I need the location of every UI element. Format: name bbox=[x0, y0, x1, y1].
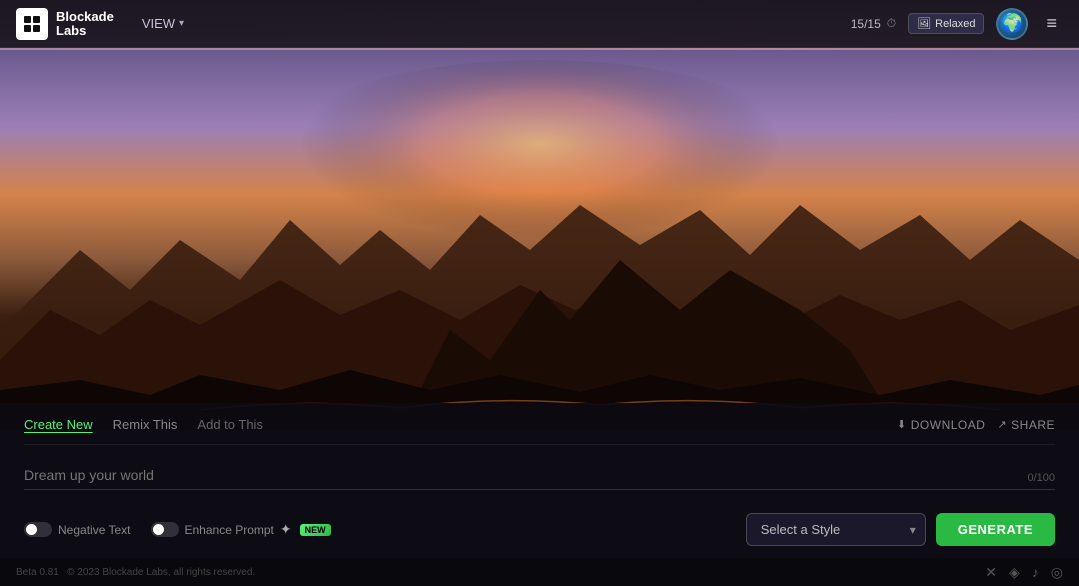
footer: Beta 0.81 © 2023 Blockade Labs, all righ… bbox=[0, 558, 1079, 586]
negative-text-toggle[interactable] bbox=[24, 522, 52, 537]
generate-button[interactable]: GENERATE bbox=[936, 513, 1055, 546]
hamburger-menu-button[interactable]: ≡ bbox=[1040, 8, 1063, 39]
options-row: Negative Text Enhance Prompt ✦ NEW Selec… bbox=[24, 513, 1055, 546]
tab-add-to-this[interactable]: Add to This bbox=[197, 413, 263, 436]
bottom-panel: Create New Remix This Add to This ⬇ DOWN… bbox=[0, 403, 1079, 558]
prompt-input-wrapper: 0/100 bbox=[24, 461, 1055, 490]
tab-create-new[interactable]: Create New bbox=[24, 413, 93, 436]
discord-icon[interactable]: ◈ bbox=[1009, 564, 1020, 581]
negative-text-label: Negative Text bbox=[58, 523, 131, 537]
sparkle-icon: ✦ bbox=[280, 521, 292, 538]
tab-remix-this[interactable]: Remix This bbox=[113, 413, 178, 436]
footer-right: ✕ ◈ ♪ ◎ bbox=[985, 564, 1063, 581]
share-icon: ↗ bbox=[997, 418, 1007, 431]
share-button[interactable]: ↗ SHARE bbox=[997, 418, 1055, 432]
style-select-wrapper: Select a Style Fantasy Sci-Fi Anime Phot… bbox=[746, 513, 926, 546]
download-icon: ⬇ bbox=[897, 418, 907, 431]
topbar-right: 15/15 ⏱ 🖼 Relaxed 🌍 ≡ bbox=[851, 8, 1063, 40]
logo-icon bbox=[16, 8, 48, 40]
credits-badge: 15/15 ⏱ bbox=[851, 16, 896, 31]
chevron-down-icon: ▾ bbox=[179, 18, 184, 29]
style-select[interactable]: Select a Style Fantasy Sci-Fi Anime Phot… bbox=[746, 513, 926, 546]
logo-text: Blockade Labs bbox=[56, 9, 114, 38]
image-icon: 🖼 bbox=[917, 17, 931, 30]
negative-text-toggle-group: Negative Text bbox=[24, 522, 131, 537]
enhance-prompt-label: Enhance Prompt bbox=[185, 523, 274, 537]
new-badge: NEW bbox=[300, 524, 331, 536]
mountain-svg bbox=[0, 50, 1079, 430]
instagram-icon[interactable]: ◎ bbox=[1051, 564, 1063, 581]
globe-button[interactable]: 🌍 bbox=[996, 8, 1028, 40]
right-options: Select a Style Fantasy Sci-Fi Anime Phot… bbox=[746, 513, 1055, 546]
background-scene bbox=[0, 0, 1079, 430]
clock-icon: ⏱ bbox=[887, 16, 896, 31]
action-row-right: ⬇ DOWNLOAD ↗ SHARE bbox=[897, 418, 1055, 432]
tab-row: Create New Remix This Add to This ⬇ DOWN… bbox=[24, 403, 1055, 445]
relaxed-badge: 🖼 Relaxed bbox=[908, 13, 984, 34]
enhance-prompt-toggle[interactable] bbox=[151, 522, 179, 537]
logo-area: Blockade Labs bbox=[16, 8, 114, 40]
enhance-prompt-toggle-group: Enhance Prompt ✦ NEW bbox=[151, 521, 331, 538]
prompt-area: 0/100 bbox=[24, 445, 1055, 501]
topbar: Blockade Labs VIEW ▾ 15/15 ⏱ 🖼 Relaxed 🌍… bbox=[0, 0, 1079, 48]
char-count: 0/100 bbox=[1027, 472, 1055, 484]
view-menu-button[interactable]: VIEW ▾ bbox=[134, 12, 192, 35]
prompt-input[interactable] bbox=[24, 461, 1055, 490]
twitter-icon[interactable]: ✕ bbox=[985, 564, 997, 581]
download-button[interactable]: ⬇ DOWNLOAD bbox=[897, 418, 985, 432]
tiktok-icon[interactable]: ♪ bbox=[1032, 564, 1039, 580]
footer-left: Beta 0.81 © 2023 Blockade Labs, all righ… bbox=[16, 567, 255, 578]
